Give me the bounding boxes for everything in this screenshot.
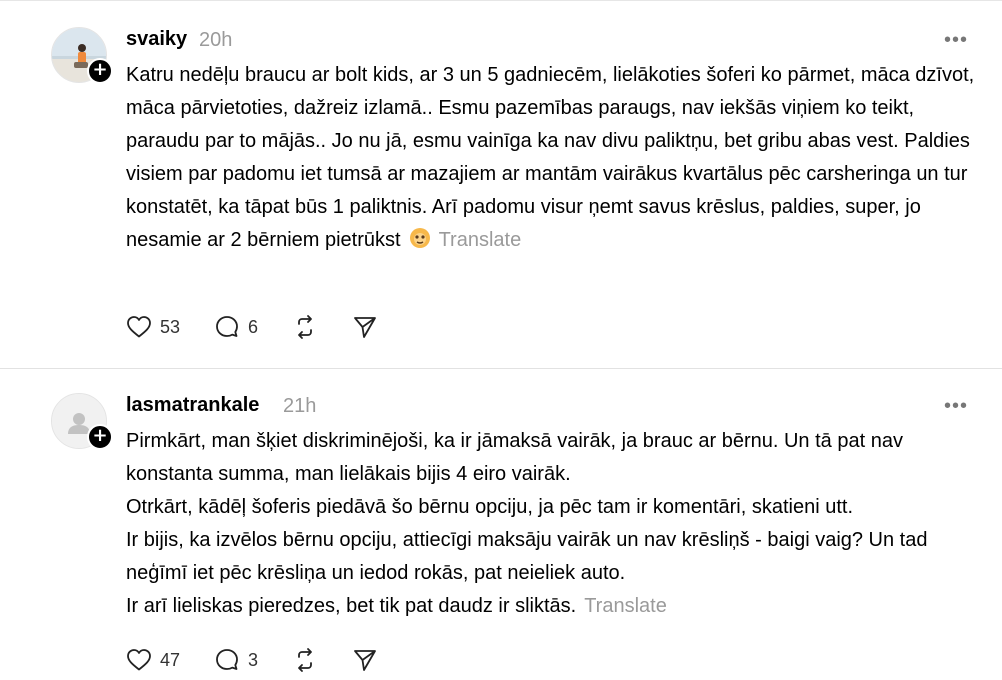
translate-link[interactable]: Translate bbox=[584, 595, 667, 617]
send-icon bbox=[354, 317, 376, 338]
post: + svaiky 20h ••• Katru nedēļu braucu ar … bbox=[0, 0, 1002, 368]
follow-button[interactable]: + bbox=[87, 58, 113, 84]
more-options-button[interactable]: ••• bbox=[944, 396, 968, 416]
like-button[interactable]: 47 bbox=[126, 648, 180, 672]
action-bar: 47 3 bbox=[126, 645, 412, 675]
heart-icon bbox=[127, 316, 151, 338]
send-icon bbox=[354, 650, 376, 671]
action-bar: 53 6 bbox=[126, 312, 412, 342]
share-button[interactable] bbox=[352, 647, 378, 673]
repost-icon bbox=[298, 315, 312, 339]
reply-button[interactable]: 6 bbox=[214, 314, 258, 340]
reply-button[interactable]: 3 bbox=[214, 647, 258, 673]
username[interactable]: lasmatrankale bbox=[126, 394, 259, 417]
like-count: 53 bbox=[160, 316, 181, 337]
avatar[interactable]: + bbox=[51, 27, 113, 84]
like-button[interactable]: 53 bbox=[126, 315, 180, 339]
more-options-button[interactable]: ••• bbox=[944, 30, 968, 50]
repost-button[interactable] bbox=[292, 647, 318, 673]
repost-icon bbox=[298, 648, 312, 672]
heart-icon bbox=[127, 649, 151, 671]
post-text-content: Katru nedēļu braucu ar bolt kids, ar 3 u… bbox=[126, 64, 975, 251]
post-text-line: Pirmkārt, man šķiet diskriminējoši, ka i… bbox=[126, 430, 903, 485]
reply-count: 3 bbox=[248, 649, 259, 670]
post-text-line: Otrkārt, kādēļ šoferis piedāvā šo bērnu … bbox=[126, 496, 854, 518]
username[interactable]: svaiky bbox=[126, 28, 187, 51]
timestamp[interactable]: 20h bbox=[199, 29, 232, 52]
post-text-line: Ir arī lieliskas pieredzes, bet tik pat … bbox=[126, 595, 577, 617]
reply-count: 6 bbox=[248, 316, 259, 337]
post-text-line: Ir bijis, ka izvēlos bērnu opciju, attie… bbox=[126, 529, 928, 584]
follow-button[interactable]: + bbox=[87, 424, 113, 450]
post-text: Katru nedēļu braucu ar bolt kids, ar 3 u… bbox=[126, 59, 986, 257]
post: + lasmatrankale 21h ••• Pirmkārt, man šķ… bbox=[0, 368, 1002, 680]
face-emoji-icon bbox=[409, 227, 431, 249]
like-count: 47 bbox=[160, 649, 181, 670]
comment-icon bbox=[216, 316, 238, 337]
repost-button[interactable] bbox=[292, 314, 318, 340]
avatar[interactable]: + bbox=[51, 393, 113, 450]
timestamp[interactable]: 21h bbox=[283, 395, 316, 418]
share-button[interactable] bbox=[352, 314, 378, 340]
comment-icon bbox=[216, 649, 238, 670]
translate-link[interactable]: Translate bbox=[439, 229, 522, 251]
post-text: Pirmkārt, man šķiet diskriminējoši, ka i… bbox=[126, 425, 986, 623]
